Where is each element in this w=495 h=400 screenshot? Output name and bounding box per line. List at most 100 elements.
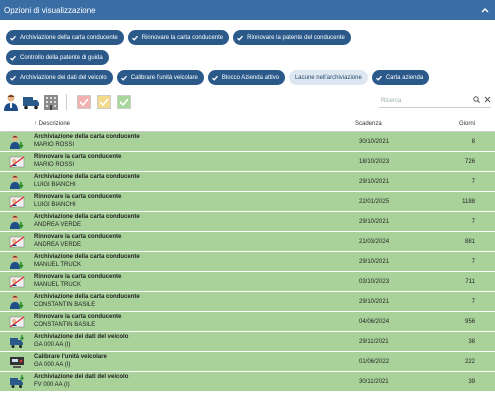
table-header: ↑ Descrizione Scadenza Giorni: [0, 117, 495, 132]
row-date: 30/11/2021: [359, 378, 389, 385]
table-row[interactable]: Archiviazione dei dati del veicolo GA 000…: [0, 332, 495, 352]
row-days: 7: [471, 178, 475, 185]
check-icon: [9, 54, 17, 62]
row-title: Rinnovare la carta conducente: [34, 234, 122, 240]
filter-chip[interactable]: Archiviazione della carta conducente: [6, 30, 124, 45]
table-row[interactable]: Rinnovare la carta conducente MARIO ROSSI…: [0, 152, 495, 172]
row-days: 711: [465, 278, 475, 285]
row-description: Archiviazione della carta conducente MARI…: [34, 134, 355, 149]
driver-card-icon: [0, 314, 34, 330]
table-row[interactable]: Archiviazione della carta conducente LUIG…: [0, 172, 495, 192]
filter-chip[interactable]: Carta azienda: [371, 70, 430, 85]
table-row[interactable]: Archiviazione dei dati del veicolo FV 000…: [0, 372, 495, 392]
table-row[interactable]: Archiviazione della carta conducente CONS…: [0, 292, 495, 312]
table-body: Archiviazione della carta conducente MARI…: [0, 132, 495, 392]
filter-chip-label: Controllo della patente di guida: [20, 54, 103, 61]
clear-icon[interactable]: [484, 96, 491, 105]
filter-chip[interactable]: Rinnovare la patente del conducente: [233, 30, 351, 45]
table-row[interactable]: Calibrare l'unità veicolare GA 000 AA (I)…: [0, 352, 495, 372]
row-date: 21/03/2024: [359, 238, 390, 245]
table-row[interactable]: Archiviazione della carta conducente MANU…: [0, 252, 495, 272]
row-title: Archiviazione della carta conducente: [34, 254, 140, 260]
row-days: 7: [471, 218, 475, 225]
row-title: Rinnovare la carta conducente: [34, 154, 122, 160]
table-row[interactable]: Rinnovare la carta conducente MANUEL TRUC…: [0, 272, 495, 292]
row-days: 7: [471, 258, 475, 265]
search-icon[interactable]: [473, 96, 480, 105]
row-date: 22/01/2025: [359, 198, 390, 205]
filter-chip[interactable]: Blocco Azienda attivo: [207, 70, 285, 85]
row-title: Rinnovare la carta conducente: [34, 314, 122, 320]
filter-chip[interactable]: Calibrare l'unità veicolare: [116, 70, 204, 85]
expiry-table: ↑ Descrizione Scadenza Giorni Archiviazi…: [0, 117, 495, 392]
filter-chip-label: Archiviazione dei dati del veicolo: [20, 74, 107, 81]
row-date: 29/11/2021: [359, 338, 389, 345]
driver-card-icon: [0, 154, 34, 170]
row-description: Archiviazione dei dati del veicolo GA 000…: [34, 334, 355, 349]
row-date: 29/10/2021: [359, 298, 390, 305]
truck-download-icon: [0, 334, 34, 350]
check-icon: [375, 74, 383, 82]
row-subject: CONSTANTIN BASILE: [34, 302, 96, 308]
status-check-icon[interactable]: [117, 95, 131, 109]
row-date: 01/06/2022: [359, 358, 390, 365]
building-icon[interactable]: [42, 93, 60, 111]
table-row[interactable]: Rinnovare la carta conducente CONSTANTIN …: [0, 312, 495, 332]
truck-icon[interactable]: [22, 93, 40, 111]
status-check-icon[interactable]: [97, 95, 111, 109]
row-title: Rinnovare la carta conducente: [34, 194, 122, 200]
row-title: Archiviazione della carta conducente: [34, 294, 140, 300]
driver-download-icon: [0, 134, 34, 150]
row-title: Archiviazione della carta conducente: [34, 174, 140, 180]
toolbar: Ricerca: [0, 90, 495, 114]
row-description: Calibrare l'unità veicolare GA 000 AA (I): [34, 354, 355, 369]
row-days: 8: [471, 138, 475, 145]
row-subject: GA 000 AA (I): [34, 342, 71, 348]
row-subject: MARIO ROSSI: [34, 162, 75, 168]
row-subject: LUIGI BIANCHI: [34, 202, 76, 208]
filter-chip[interactable]: Rinnovare la carta conducente: [127, 30, 230, 45]
row-description: Rinnovare la carta conducente MARIO ROSSI: [34, 154, 355, 169]
filter-chip[interactable]: Lacune nell'archiviazione: [288, 70, 368, 85]
driver-download-icon: [0, 294, 34, 310]
driver-card-icon: [0, 274, 34, 290]
date-column-header[interactable]: Scadenza: [355, 121, 445, 127]
row-days: 726: [464, 158, 475, 165]
row-title: Archiviazione della carta conducente: [34, 214, 140, 220]
filter-row-3: Archiviazione dei dati del veicolo Calibr…: [6, 70, 489, 85]
table-row[interactable]: Archiviazione della carta conducente MARI…: [0, 132, 495, 152]
row-title: Archiviazione dei dati del veicolo: [34, 374, 129, 380]
row-subject: MARIO ROSSI: [34, 142, 75, 148]
days-column-header[interactable]: Giorni: [445, 121, 495, 127]
row-description: Rinnovare la carta conducente ANDREA VERD…: [34, 234, 355, 249]
filter-chip[interactable]: Archiviazione dei dati del veicolo: [6, 70, 113, 85]
search-box[interactable]: Ricerca: [379, 94, 491, 108]
row-description: Rinnovare la carta conducente LUIGI BIANC…: [34, 194, 355, 209]
row-subject: ANDREA VERDE: [34, 242, 82, 248]
filter-chip-label: Carta azienda: [385, 74, 424, 81]
filter-chip-label: Lacune nell'archiviazione: [294, 74, 362, 81]
search-input[interactable]: Ricerca: [379, 98, 473, 104]
row-date: 29/10/2021: [359, 218, 390, 225]
row-subject: MANUEL TRUCK: [34, 282, 82, 288]
row-description: Archiviazione della carta conducente LUIG…: [34, 174, 355, 189]
filter-chip[interactable]: Controllo della patente di guida: [6, 50, 109, 65]
check-icon: [9, 74, 17, 82]
options-header[interactable]: Opzioni di visualizzazione: [0, 0, 495, 20]
row-subject: LUIGI BIANCHI: [34, 182, 76, 188]
description-column-header[interactable]: ↑ Descrizione: [34, 121, 355, 127]
row-days: 39: [468, 378, 475, 385]
row-days: 7: [471, 298, 475, 305]
table-row[interactable]: Archiviazione della carta conducente ANDR…: [0, 212, 495, 232]
chevron-up-icon[interactable]: [479, 4, 491, 16]
filter-chip-label: Rinnovare la carta conducente: [141, 34, 224, 41]
filter-chip-label: Rinnovare la patente del conducente: [247, 34, 345, 41]
table-row[interactable]: Rinnovare la carta conducente ANDREA VERD…: [0, 232, 495, 252]
row-days: 1188: [462, 198, 475, 205]
description-header-label: Descrizione: [38, 121, 71, 127]
options-title: Opzioni di visualizzazione: [4, 5, 96, 15]
table-row[interactable]: Rinnovare la carta conducente LUIGI BIANC…: [0, 192, 495, 212]
status-check-icon[interactable]: [77, 95, 91, 109]
driver-icon[interactable]: [2, 93, 20, 111]
row-date: 04/06/2024: [359, 318, 390, 325]
